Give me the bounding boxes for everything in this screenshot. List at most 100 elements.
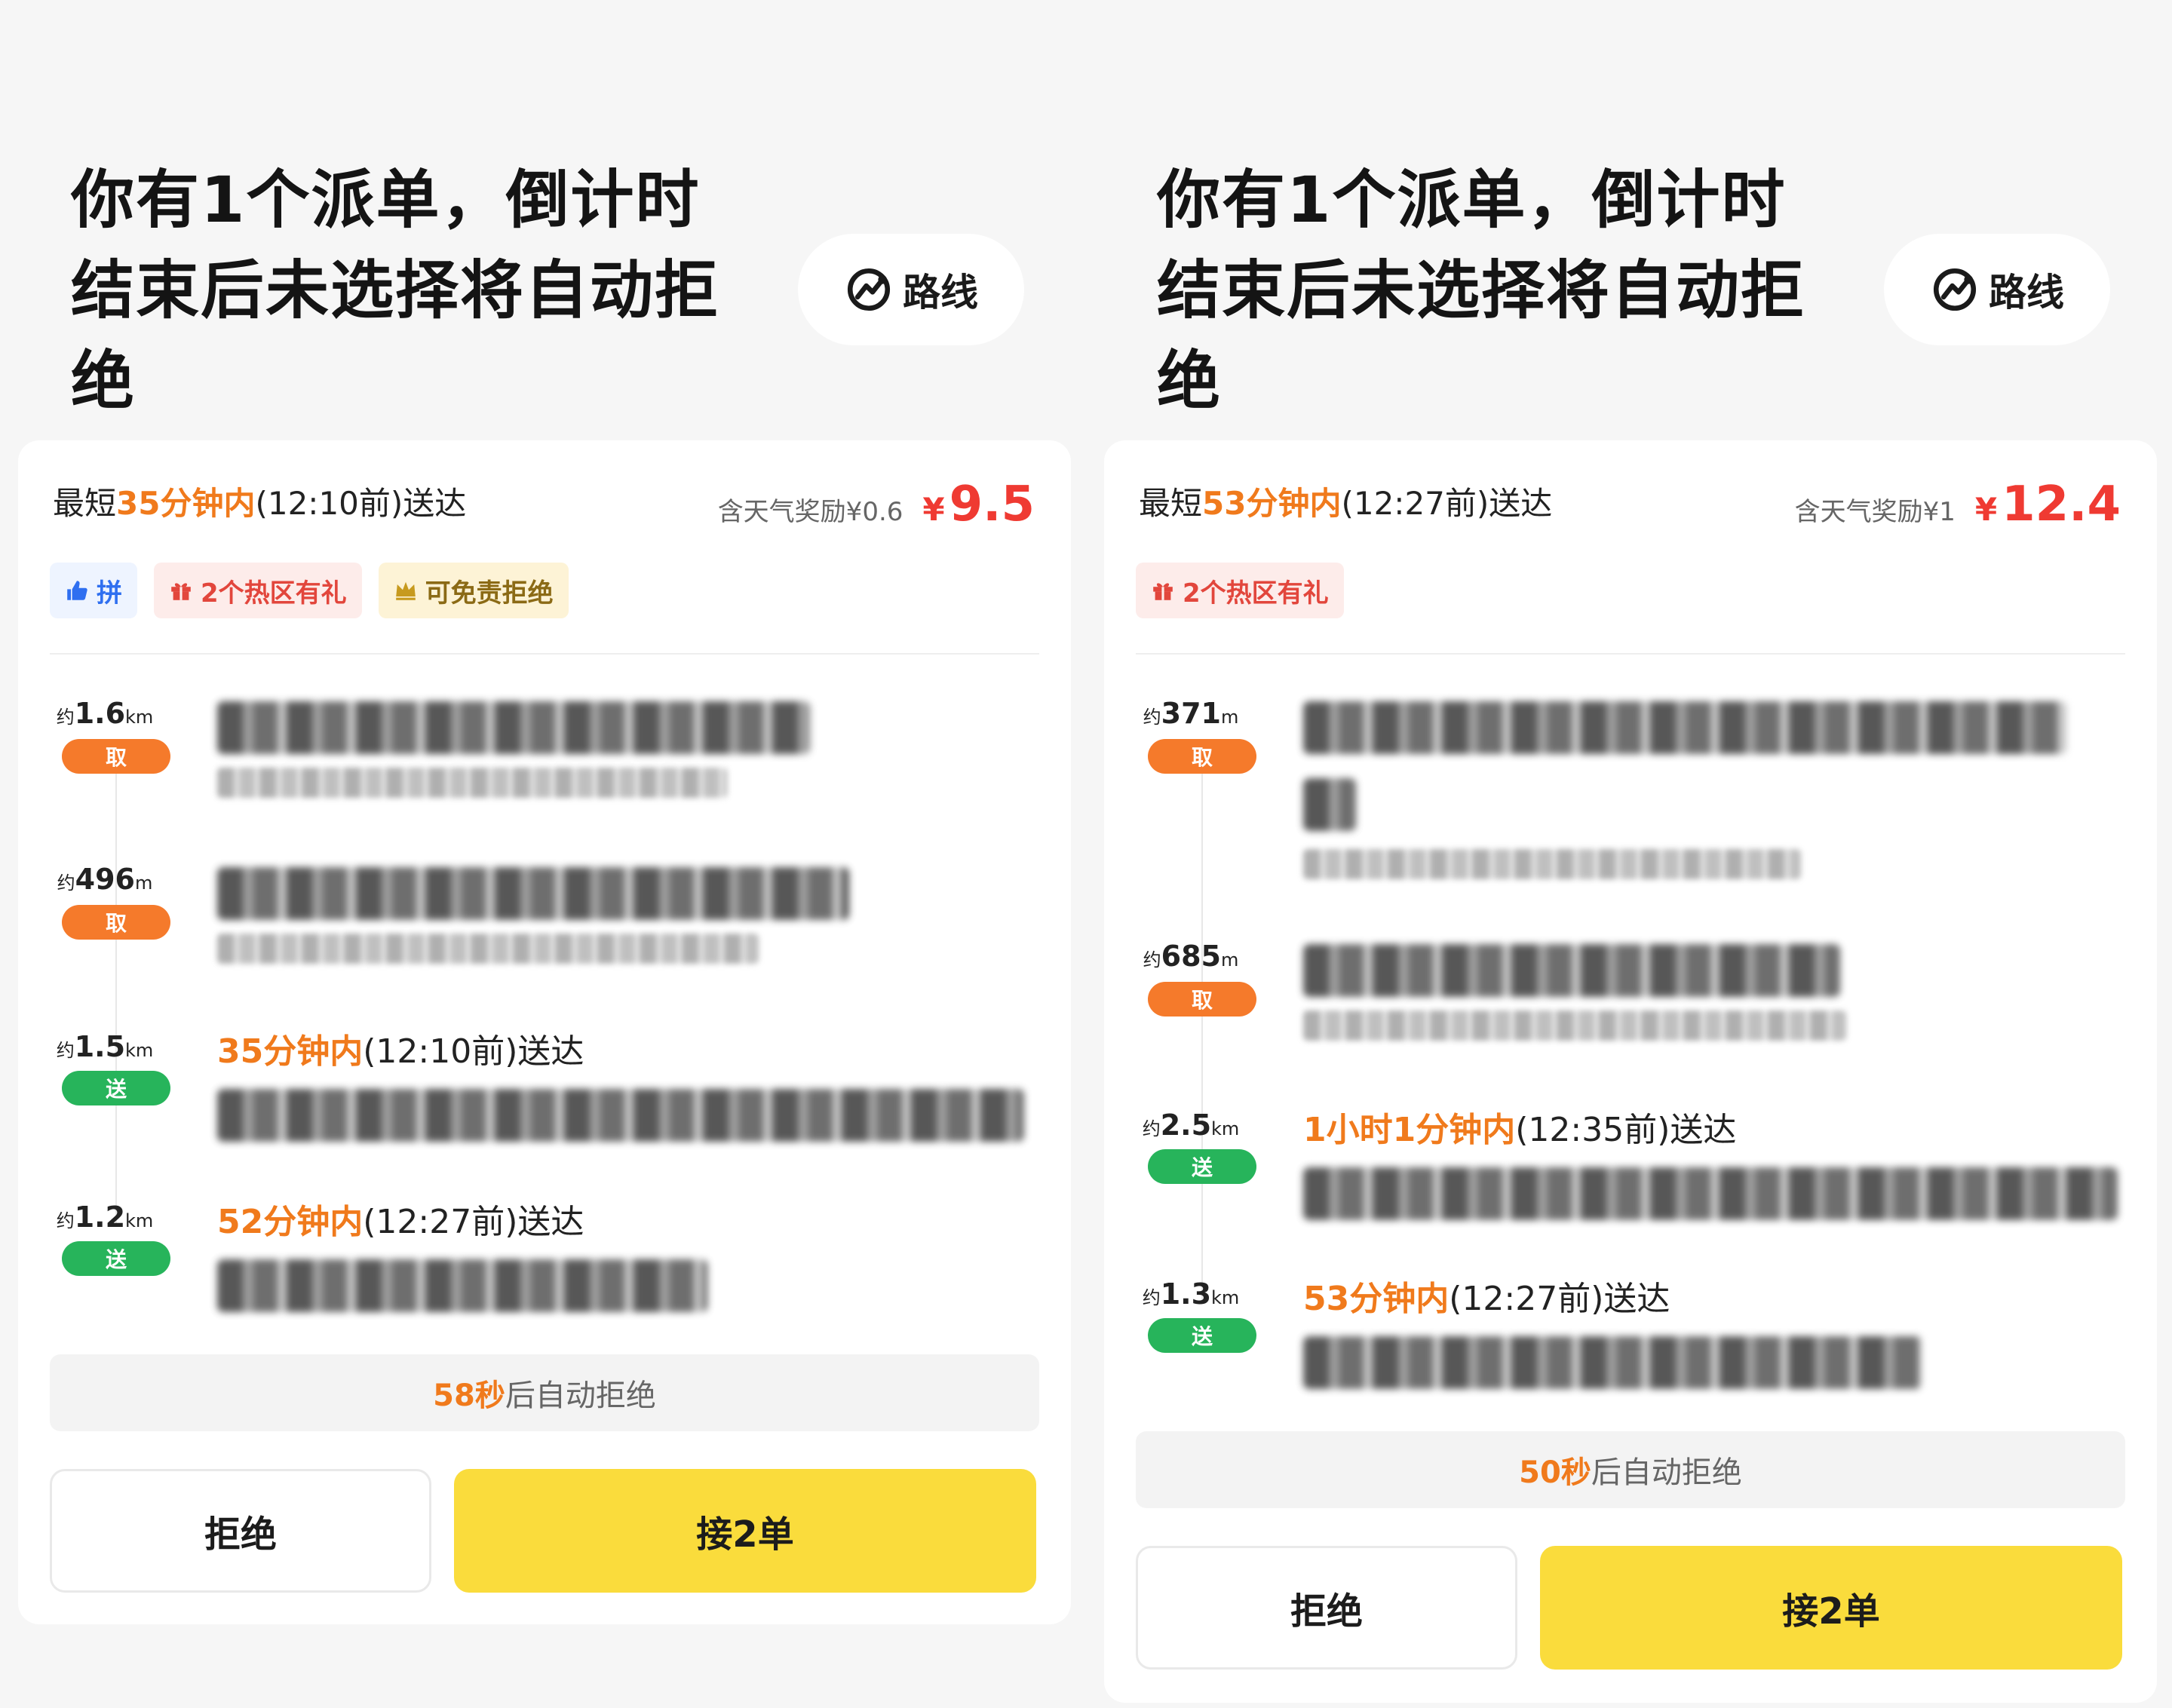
tag-hotzone: 2个热区有礼 [154, 563, 362, 618]
customer-address-redacted [1303, 1336, 1922, 1389]
route-button[interactable]: 路线 [798, 234, 1024, 345]
stop-distance: 约1.3km [1134, 1277, 1247, 1311]
reject-button[interactable]: 拒绝 [1136, 1546, 1517, 1670]
pickup-badge: 取 [1148, 739, 1256, 774]
route-button[interactable]: 路线 [1884, 234, 2110, 345]
merchant-address-redacted [217, 934, 759, 964]
distance-unit: km [125, 1210, 154, 1231]
order-card: 最短35分钟内(12:10前)送达 含天气奖励¥0.6 ¥9.5 拼 2个热区有… [18, 440, 1071, 1624]
stop-distance: 约371m [1134, 697, 1247, 730]
distance-unit: km [125, 707, 154, 728]
tag-free-reject-label: 可免责拒绝 [425, 578, 554, 609]
distance-value: 685 [1161, 940, 1221, 973]
deadline-highlight: 35分钟内 [217, 1032, 364, 1071]
weather-bonus: 含天气奖励¥0.6 [717, 497, 903, 527]
reject-button[interactable]: 拒绝 [50, 1469, 431, 1593]
deadline-highlight: 52分钟内 [217, 1203, 364, 1241]
dropoff-badge: 送 [1148, 1149, 1256, 1184]
route-line [115, 772, 117, 1225]
eta-suffix: (12:10前)送达 [255, 485, 467, 522]
divider [50, 653, 1039, 655]
merchant-address-redacted [1303, 1010, 1846, 1041]
route-label: 路线 [903, 271, 978, 314]
distance-unit: m [1220, 707, 1239, 728]
distance-value: 496 [75, 863, 135, 896]
auto-reject-countdown: 58秒 后自动拒绝 [50, 1354, 1039, 1431]
weather-bonus: 含天气奖励¥1 [1794, 497, 1956, 527]
headline-line-3: 绝 [71, 344, 137, 418]
customer-address-redacted [217, 1259, 707, 1312]
deadline-highlight: 53分钟内 [1303, 1280, 1450, 1318]
distance-value: 371 [1161, 697, 1221, 730]
countdown-text: 后自动拒绝 [1591, 1455, 1742, 1490]
dropoff-deadline: 1小时1分钟内(12:35前)送达 [1303, 1102, 1736, 1151]
distance-prefix: 约 [1143, 707, 1161, 728]
crown-icon [395, 581, 416, 600]
distance-unit: km [1211, 1118, 1240, 1139]
distance-prefix: 约 [1142, 1287, 1161, 1308]
eta-prefix: 最短 [53, 485, 117, 522]
dispatch-headline: 你有1个派单，倒计时 结束后未选择将自动拒 绝 [71, 155, 765, 426]
auto-reject-countdown: 50秒 后自动拒绝 [1136, 1431, 2125, 1508]
eta-highlight: 53分钟内 [1202, 485, 1342, 522]
eta-suffix: (12:27前)送达 [1341, 485, 1553, 522]
stop-distance: 约1.2km [48, 1201, 161, 1234]
tag-row: 2个热区有礼 [1136, 563, 1344, 618]
dispatch-headline: 你有1个派单，倒计时 结束后未选择将自动拒 绝 [1157, 155, 1851, 426]
countdown-seconds: 58秒 [433, 1378, 505, 1413]
deadline-highlight: 1小时1分钟内 [1303, 1111, 1516, 1149]
tag-row: 拼 2个热区有礼 可免责拒绝 [50, 563, 569, 618]
distance-prefix: 约 [1142, 1118, 1161, 1139]
accept-button[interactable]: 接2单 [1540, 1546, 2122, 1670]
eta-highlight: 35分钟内 [116, 485, 256, 522]
distance-prefix: 约 [56, 1040, 75, 1061]
pickup-badge: 取 [1148, 982, 1256, 1017]
headline-line-2: 结束后未选择将自动拒 [1157, 253, 1806, 327]
countdown-seconds: 50秒 [1519, 1455, 1591, 1490]
dropoff-deadline: 53分钟内(12:27前)送达 [1303, 1271, 1670, 1320]
distance-prefix: 约 [56, 707, 75, 728]
distance-unit: m [1220, 949, 1239, 971]
merchant-name-redacted [217, 867, 849, 920]
gift-icon [1153, 583, 1173, 600]
tag-free-reject: 可免责拒绝 [378, 563, 569, 618]
tag-hotzone-label: 2个热区有礼 [1183, 578, 1329, 609]
deadline-rest: (12:27前)送达 [363, 1203, 584, 1241]
delivery-eta: 最短35分钟内(12:10前)送达 [53, 478, 466, 524]
order-panel-left: 你有1个派单，倒计时 结束后未选择将自动拒 绝 路线 最短35分钟内(12:10… [18, 0, 1089, 1708]
merchant-name-redacted-cont [1303, 778, 1356, 831]
merchant-name-redacted [1303, 944, 1840, 997]
headline-line-3: 绝 [1157, 344, 1223, 418]
distance-prefix: 约 [57, 872, 75, 894]
distance-value: 1.5 [74, 1030, 126, 1063]
countdown-text: 后自动拒绝 [505, 1378, 656, 1413]
deadline-rest: (12:35前)送达 [1515, 1111, 1737, 1149]
order-card: 最短53分钟内(12:27前)送达 含天气奖励¥1 ¥12.4 2个热区有礼 约… [1104, 440, 2157, 1703]
stop-distance: 约1.6km [48, 697, 161, 730]
merchant-address-redacted [217, 768, 727, 798]
stop-distance: 约1.5km [48, 1030, 161, 1063]
distance-value: 1.6 [74, 697, 126, 730]
stop-distance: 约685m [1134, 940, 1247, 973]
tag-hotzone: 2个热区有礼 [1136, 563, 1344, 618]
reward-area: 含天气奖励¥0.6 ¥9.5 [718, 477, 1035, 532]
gift-icon [171, 583, 191, 600]
route-icon [847, 268, 891, 311]
route-line [1201, 772, 1203, 1300]
stop-distance: 约2.5km [1134, 1109, 1247, 1142]
customer-address-redacted [217, 1089, 1024, 1142]
divider [1136, 653, 2125, 655]
order-panel-right: 你有1个派单，倒计时 结束后未选择将自动拒 绝 路线 最短53分钟内(12:27… [1104, 0, 2172, 1708]
distance-unit: km [125, 1040, 154, 1061]
headline-line-1: 你有1个派单，倒计时 [1157, 163, 1787, 237]
merchant-name-redacted [217, 701, 810, 754]
pickup-badge: 取 [62, 739, 170, 774]
distance-unit: m [134, 872, 153, 894]
accept-button[interactable]: 接2单 [454, 1469, 1036, 1593]
route-label: 路线 [1989, 271, 2064, 314]
route-icon [1933, 268, 1977, 311]
dropoff-badge: 送 [62, 1071, 170, 1105]
distance-value: 2.5 [1160, 1109, 1212, 1142]
order-price: ¥12.4 [1975, 477, 2121, 532]
dropoff-deadline: 35分钟内(12:10前)送达 [217, 1024, 584, 1072]
